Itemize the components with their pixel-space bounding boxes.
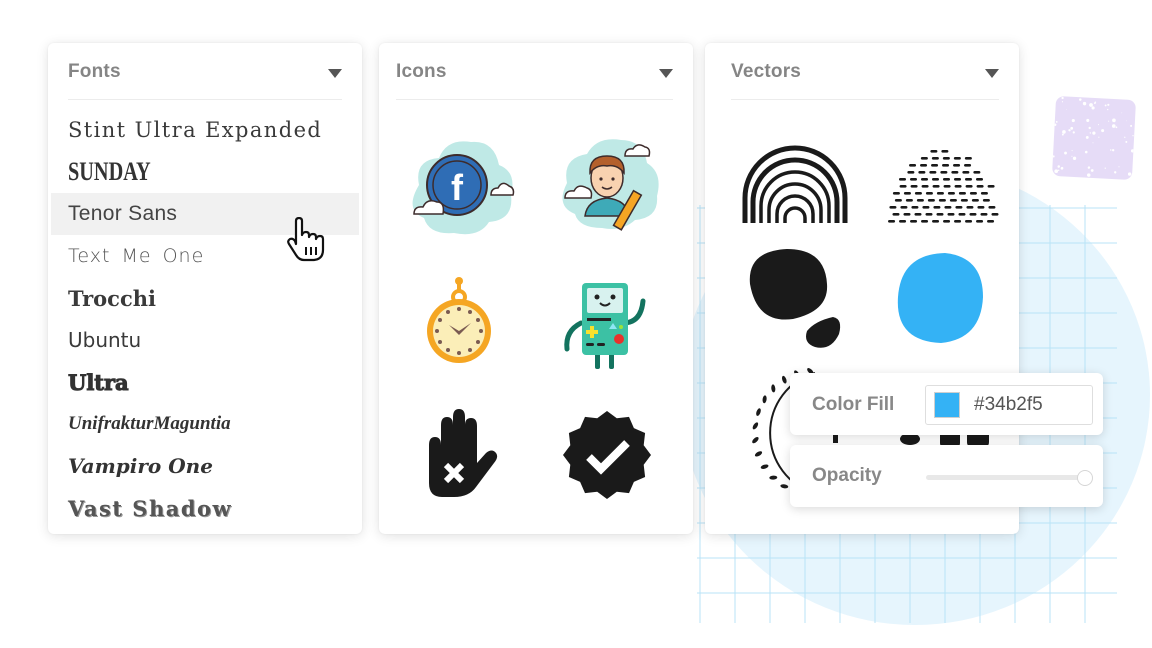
pocket-watch-icon[interactable] <box>389 261 529 381</box>
opacity-slider-thumb[interactable] <box>1077 470 1093 486</box>
dashed-dome-vector[interactable] <box>873 123 1013 243</box>
font-item-unifrakturmaguntia[interactable]: UnifrakturMaguntia <box>48 403 362 445</box>
facebook-cloud-icon[interactable]: f <box>389 125 529 245</box>
color-fill-label: Color Fill <box>812 394 895 415</box>
fonts-panel-title: Fonts <box>68 61 121 82</box>
hand-pointer-cursor-icon <box>287 217 325 262</box>
hand-stop-x-icon[interactable] <box>389 395 529 515</box>
font-item-sunday[interactable]: SUNDAY <box>48 151 362 193</box>
opacity-popup: Opacity <box>790 445 1103 507</box>
color-fill-input[interactable]: #34b2f5 <box>925 385 1093 425</box>
fonts-panel-header[interactable]: Fonts <box>68 61 342 100</box>
opacity-slider[interactable] <box>926 470 1093 486</box>
font-item-ultra[interactable]: Ultra <box>48 361 362 403</box>
vectors-panel-header[interactable]: Vectors <box>731 61 999 100</box>
chevron-down-icon[interactable] <box>985 69 999 78</box>
black-blob-vector[interactable] <box>725 239 865 359</box>
font-item-vast-shadow[interactable]: Vast Shadow <box>48 487 362 529</box>
vectors-panel-title: Vectors <box>731 61 802 82</box>
font-item-trocchi[interactable]: Trocchi <box>48 277 362 319</box>
chevron-down-icon[interactable] <box>328 69 342 78</box>
color-swatch[interactable] <box>934 392 960 418</box>
icons-panel-header[interactable]: Icons <box>396 61 673 100</box>
svg-text:f: f <box>451 167 464 208</box>
opacity-label: Opacity <box>812 465 882 486</box>
font-item-ubuntu[interactable]: Ubuntu <box>48 319 362 361</box>
user-edit-cloud-icon[interactable] <box>537 125 677 245</box>
icons-panel: Icons f <box>379 43 693 534</box>
chevron-down-icon[interactable] <box>659 69 673 78</box>
font-item-stint-ultra-expanded[interactable]: Stint Ultra Expanded <box>48 109 362 151</box>
rainbow-arches-vector[interactable] <box>725 123 865 243</box>
font-item-vampiro-one[interactable]: Vampiro One <box>48 445 362 487</box>
verified-badge-icon[interactable] <box>537 395 677 515</box>
decorative-square <box>1051 95 1137 181</box>
blue-blob-shape <box>897 253 983 343</box>
font-list: Stint Ultra Expanded SUNDAY Tenor Sans T… <box>48 109 362 529</box>
icons-panel-title: Icons <box>396 61 447 82</box>
fonts-panel: Fonts Stint Ultra Expanded SUNDAY Tenor … <box>48 43 362 534</box>
color-fill-popup: Color Fill #34b2f5 <box>790 373 1103 435</box>
bmo-robot-icon[interactable] <box>537 261 677 381</box>
blue-blob-vector[interactable] <box>873 239 1013 359</box>
color-hex-value[interactable]: #34b2f5 <box>974 394 1043 416</box>
